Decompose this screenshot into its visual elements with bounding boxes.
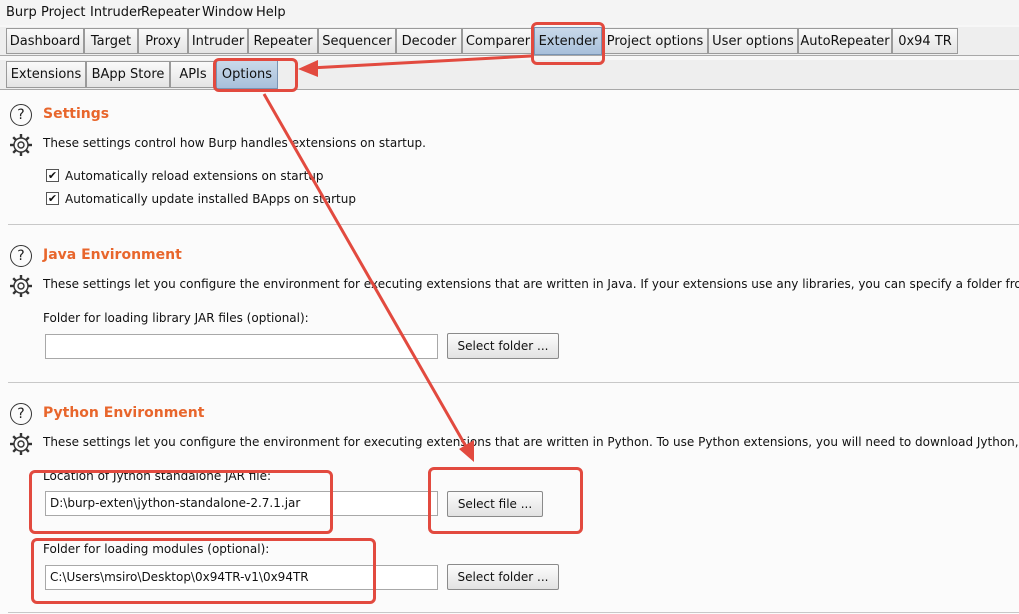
annotation-arrows — [262, 54, 532, 462]
